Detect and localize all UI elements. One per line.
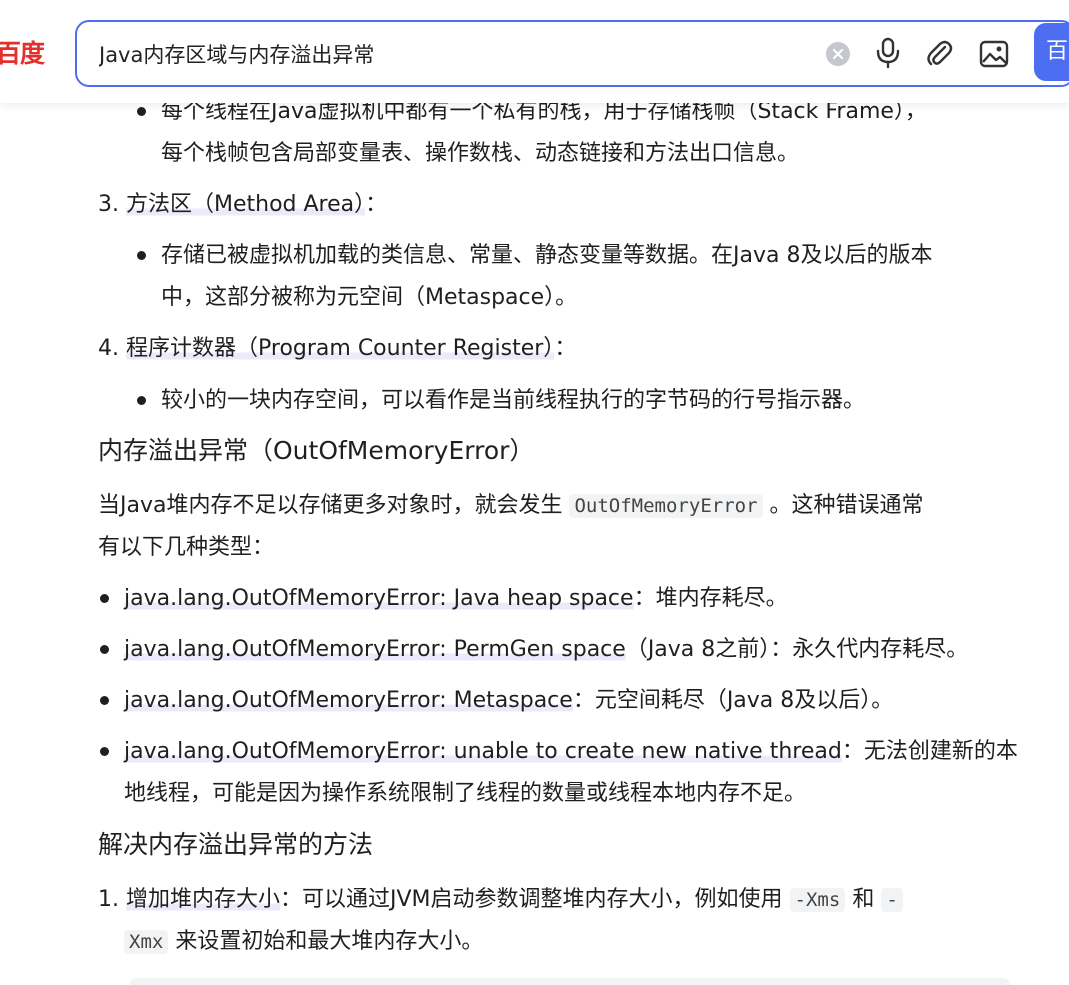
mic-icon[interactable]	[875, 37, 901, 69]
oom-type-link[interactable]: java.lang.OutOfMemoryError: unable to cr…	[124, 739, 842, 764]
search-button[interactable]: 百	[1034, 23, 1069, 81]
search-box	[75, 20, 1069, 87]
bullet-dot	[137, 107, 146, 116]
oom-type-desc: （Java 8之前）：永久代内存耗尽。	[625, 637, 969, 662]
oom-type-item: java.lang.OutOfMemoryError: Metaspace：元空…	[124, 685, 893, 717]
increase-heap-link[interactable]: 增加堆内存大小	[126, 887, 281, 912]
oom-type-desc: ：堆内存耗尽。	[633, 586, 788, 611]
method-area-bullet-line1: 存储已被虚拟机加载的类信息、常量、静态变量等数据。在Java 8及以后的版本	[161, 243, 933, 268]
oom-type-desc: ：元空间耗尽（Java 8及以后）。	[572, 688, 894, 713]
method-area-bullet-line2: 中，这部分被称为元空间（Metaspace）。	[161, 285, 578, 310]
search-header: 百度 百	[0, 0, 1069, 103]
oom-type-item-line2: 地线程，可能是因为操作系统限制了线程的数量或线程本地内存不足。	[124, 781, 807, 806]
oom-type-desc: ：无法创建新的本	[841, 739, 1018, 764]
baidu-logo[interactable]: 百度	[0, 38, 45, 70]
bullet-dot	[137, 251, 146, 260]
inline-code-xmx-part2: Xmx	[124, 930, 169, 954]
stack-bullet-line2: 每个栈帧包含局部变量表、操作数栈、动态链接和方法出口信息。	[161, 141, 800, 166]
list-item-program-counter: 4. 程序计数器（Program Counter Register）：	[98, 333, 576, 365]
oom-type-item: java.lang.OutOfMemoryError: unable to cr…	[124, 736, 1018, 768]
solution-and: 和	[852, 887, 875, 912]
list-number: 1.	[98, 887, 119, 912]
oom-intro-line2: 有以下几种类型：	[98, 535, 275, 560]
bullet-dot	[100, 747, 109, 756]
oom-type-link[interactable]: java.lang.OutOfMemoryError: PermGen spac…	[124, 637, 626, 662]
oom-intro-prefix: 当Java堆内存不足以存储更多对象时，就会发生	[98, 493, 563, 518]
solution-text: ：可以通过JVM启动参数调整堆内存大小，例如使用	[280, 887, 783, 912]
search-input[interactable]	[99, 38, 799, 70]
oom-type-link[interactable]: java.lang.OutOfMemoryError: Metaspace	[124, 688, 573, 713]
list-item-method-area: 3. 方法区（Method Area）：	[98, 189, 387, 221]
inline-code-oom: OutOfMemoryError	[569, 494, 763, 518]
list-number: 3.	[98, 192, 119, 217]
list-colon: ：	[554, 336, 577, 361]
oom-type-link[interactable]: java.lang.OutOfMemoryError: Java heap sp…	[124, 586, 634, 611]
solution-item-1: 1. 增加堆内存大小：可以通过JVM启动参数调整堆内存大小，例如使用 -Xms …	[98, 884, 903, 916]
inline-code-xmx-part1: -	[881, 888, 903, 912]
section-heading-oom: 内存溢出异常（OutOfMemoryError）	[98, 436, 535, 465]
oom-type-item: java.lang.OutOfMemoryError: Java heap sp…	[124, 583, 788, 615]
method-area-link[interactable]: 方法区（Method Area）	[126, 192, 366, 217]
list-colon: ：	[365, 192, 388, 217]
answer-content: 每个线程在Java虚拟机中都有一个私有的栈，用于存储栈帧（Stack Frame…	[0, 0, 1069, 985]
bullet-dot	[100, 594, 109, 603]
page: 每个线程在Java虚拟机中都有一个私有的栈，用于存储栈帧（Stack Frame…	[0, 0, 1069, 985]
image-icon[interactable]	[979, 40, 1009, 68]
oom-intro-suffix: 。这种错误通常	[769, 493, 924, 518]
inline-code-xms: -Xms	[789, 888, 846, 912]
bullet-dot	[100, 696, 109, 705]
solution-item-1-line2: Xmx 来设置初始和最大堆内存大小。	[124, 926, 483, 958]
program-counter-bullet-line1: 较小的一块内存空间，可以看作是当前线程执行的字节码的行号指示器。	[161, 388, 866, 413]
bullet-dot	[137, 396, 146, 405]
paperclip-icon[interactable]	[925, 38, 953, 68]
list-number: 4.	[98, 336, 119, 361]
program-counter-link[interactable]: 程序计数器（Program Counter Register）	[126, 336, 555, 361]
section-heading-solutions: 解决内存溢出异常的方法	[98, 830, 374, 859]
clear-icon[interactable]	[825, 41, 851, 67]
solution-text2: 来设置初始和最大堆内存大小。	[175, 929, 484, 954]
next-block-card	[130, 978, 1010, 985]
oom-intro-line1: 当Java堆内存不足以存储更多对象时，就会发生 OutOfMemoryError…	[98, 490, 924, 522]
bullet-dot	[100, 645, 109, 654]
oom-type-item: java.lang.OutOfMemoryError: PermGen spac…	[124, 634, 968, 666]
